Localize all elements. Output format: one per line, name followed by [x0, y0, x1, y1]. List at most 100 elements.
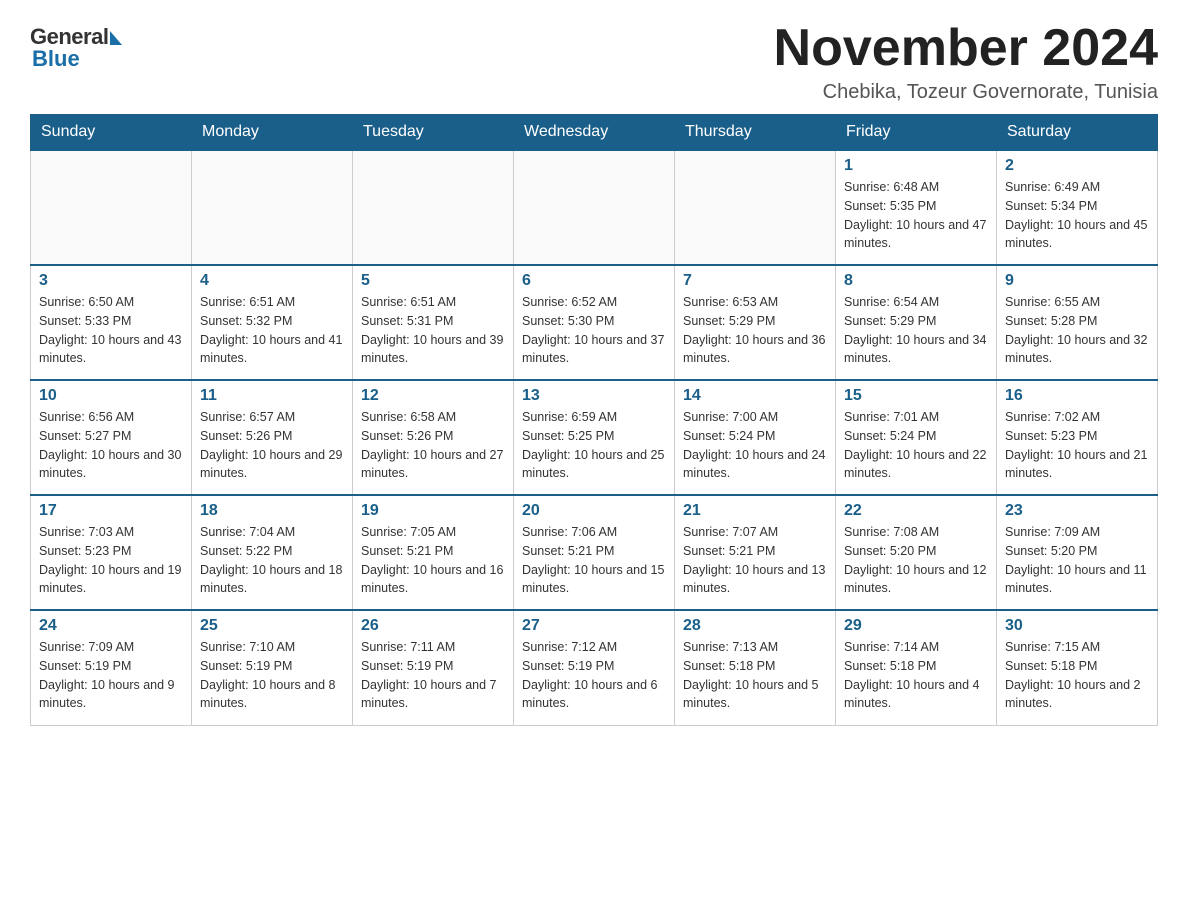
- calendar-cell: [353, 150, 514, 265]
- day-number: 23: [1005, 502, 1149, 520]
- day-number: 22: [844, 502, 988, 520]
- calendar-cell: 5 Sunrise: 6:51 AMSunset: 5:31 PMDaylight…: [353, 265, 514, 380]
- calendar-cell: 15Sunrise: 7:01 AMSunset: 5:24 PMDayligh…: [836, 380, 997, 495]
- day-info: Sunrise: 6:50 AMSunset: 5:33 PMDaylight:…: [39, 293, 183, 368]
- calendar-cell: [675, 150, 836, 265]
- logo-blue-text: Blue: [32, 46, 80, 72]
- weekday-header-saturday: Saturday: [997, 115, 1158, 151]
- day-info: Sunrise: 7:09 AMSunset: 5:19 PMDaylight:…: [39, 638, 183, 713]
- day-info: Sunrise: 6:49 AMSunset: 5:34 PMDaylight:…: [1005, 178, 1149, 253]
- calendar-cell: 11 Sunrise: 6:57 AMSunset: 5:26 PMDayligh…: [192, 380, 353, 495]
- day-info: Sunrise: 7:00 AMSunset: 5:24 PMDaylight:…: [683, 408, 827, 483]
- calendar-cell: 6 Sunrise: 6:52 AMSunset: 5:30 PMDaylight…: [514, 265, 675, 380]
- day-info: Sunrise: 7:03 AMSunset: 5:23 PMDaylight:…: [39, 523, 183, 598]
- calendar-cell: 9Sunrise: 6:55 AMSunset: 5:28 PMDaylight…: [997, 265, 1158, 380]
- day-info: Sunrise: 6:59 AMSunset: 5:25 PMDaylight:…: [522, 408, 666, 483]
- day-info: Sunrise: 6:56 AMSunset: 5:27 PMDaylight:…: [39, 408, 183, 483]
- weekday-header-wednesday: Wednesday: [514, 115, 675, 151]
- location-subtitle: Chebika, Tozeur Governorate, Tunisia: [774, 81, 1158, 104]
- calendar-cell: 25 Sunrise: 7:10 AMSunset: 5:19 PMDayligh…: [192, 610, 353, 725]
- calendar-cell: 4Sunrise: 6:51 AMSunset: 5:32 PMDaylight…: [192, 265, 353, 380]
- day-info: Sunrise: 6:53 AMSunset: 5:29 PMDaylight:…: [683, 293, 827, 368]
- calendar-body: 1Sunrise: 6:48 AMSunset: 5:35 PMDaylight…: [31, 150, 1158, 725]
- day-info: Sunrise: 7:08 AMSunset: 5:20 PMDaylight:…: [844, 523, 988, 598]
- calendar-cell: [192, 150, 353, 265]
- day-number: 10: [39, 387, 183, 405]
- calendar-cell: 19 Sunrise: 7:05 AMSunset: 5:21 PMDayligh…: [353, 495, 514, 610]
- day-number: 27: [522, 617, 666, 635]
- calendar-week-row: 24Sunrise: 7:09 AMSunset: 5:19 PMDayligh…: [31, 610, 1158, 725]
- calendar-cell: 3 Sunrise: 6:50 AMSunset: 5:33 PMDaylight…: [31, 265, 192, 380]
- day-number: 28: [683, 617, 827, 635]
- day-number: 21: [683, 502, 827, 520]
- day-number: 5: [361, 272, 505, 290]
- day-number: 17: [39, 502, 183, 520]
- month-year-title: November 2024: [774, 20, 1158, 77]
- calendar-cell: [31, 150, 192, 265]
- day-info: Sunrise: 6:54 AMSunset: 5:29 PMDaylight:…: [844, 293, 988, 368]
- calendar-cell: 1Sunrise: 6:48 AMSunset: 5:35 PMDaylight…: [836, 150, 997, 265]
- day-number: 20: [522, 502, 666, 520]
- calendar-header: SundayMondayTuesdayWednesdayThursdayFrid…: [31, 115, 1158, 151]
- day-number: 13: [522, 387, 666, 405]
- weekday-header-thursday: Thursday: [675, 115, 836, 151]
- calendar-cell: 14 Sunrise: 7:00 AMSunset: 5:24 PMDayligh…: [675, 380, 836, 495]
- calendar-week-row: 1Sunrise: 6:48 AMSunset: 5:35 PMDaylight…: [31, 150, 1158, 265]
- day-info: Sunrise: 7:11 AMSunset: 5:19 PMDaylight:…: [361, 638, 505, 713]
- calendar-cell: 2 Sunrise: 6:49 AMSunset: 5:34 PMDaylight…: [997, 150, 1158, 265]
- logo: General Blue: [30, 20, 122, 72]
- day-number: 15: [844, 387, 988, 405]
- calendar-cell: 20 Sunrise: 7:06 AMSunset: 5:21 PMDayligh…: [514, 495, 675, 610]
- weekday-header-monday: Monday: [192, 115, 353, 151]
- calendar-cell: 29Sunrise: 7:14 AMSunset: 5:18 PMDayligh…: [836, 610, 997, 725]
- day-number: 11: [200, 387, 344, 405]
- day-info: Sunrise: 7:07 AMSunset: 5:21 PMDaylight:…: [683, 523, 827, 598]
- day-info: Sunrise: 6:51 AMSunset: 5:31 PMDaylight:…: [361, 293, 505, 368]
- calendar-week-row: 17 Sunrise: 7:03 AMSunset: 5:23 PMDayligh…: [31, 495, 1158, 610]
- calendar-cell: 24Sunrise: 7:09 AMSunset: 5:19 PMDayligh…: [31, 610, 192, 725]
- day-number: 30: [1005, 617, 1149, 635]
- weekday-header-tuesday: Tuesday: [353, 115, 514, 151]
- day-number: 6: [522, 272, 666, 290]
- day-info: Sunrise: 7:10 AMSunset: 5:19 PMDaylight:…: [200, 638, 344, 713]
- calendar-cell: 17 Sunrise: 7:03 AMSunset: 5:23 PMDayligh…: [31, 495, 192, 610]
- calendar-cell: 10 Sunrise: 6:56 AMSunset: 5:27 PMDayligh…: [31, 380, 192, 495]
- calendar-cell: [514, 150, 675, 265]
- calendar-cell: 8 Sunrise: 6:54 AMSunset: 5:29 PMDaylight…: [836, 265, 997, 380]
- calendar-cell: 7 Sunrise: 6:53 AMSunset: 5:29 PMDaylight…: [675, 265, 836, 380]
- day-info: Sunrise: 6:57 AMSunset: 5:26 PMDaylight:…: [200, 408, 344, 483]
- day-number: 7: [683, 272, 827, 290]
- day-info: Sunrise: 7:02 AMSunset: 5:23 PMDaylight:…: [1005, 408, 1149, 483]
- day-number: 9: [1005, 272, 1149, 290]
- calendar-cell: 27Sunrise: 7:12 AMSunset: 5:19 PMDayligh…: [514, 610, 675, 725]
- day-number: 26: [361, 617, 505, 635]
- title-block: November 2024 Chebika, Tozeur Governorat…: [774, 20, 1158, 104]
- weekday-header-sunday: Sunday: [31, 115, 192, 151]
- calendar-cell: 18 Sunrise: 7:04 AMSunset: 5:22 PMDayligh…: [192, 495, 353, 610]
- day-number: 19: [361, 502, 505, 520]
- day-info: Sunrise: 7:13 AMSunset: 5:18 PMDaylight:…: [683, 638, 827, 713]
- day-number: 12: [361, 387, 505, 405]
- day-number: 25: [200, 617, 344, 635]
- calendar-cell: 16 Sunrise: 7:02 AMSunset: 5:23 PMDayligh…: [997, 380, 1158, 495]
- day-info: Sunrise: 7:05 AMSunset: 5:21 PMDaylight:…: [361, 523, 505, 598]
- calendar-cell: 21 Sunrise: 7:07 AMSunset: 5:21 PMDayligh…: [675, 495, 836, 610]
- day-number: 29: [844, 617, 988, 635]
- day-number: 18: [200, 502, 344, 520]
- day-number: 8: [844, 272, 988, 290]
- day-info: Sunrise: 7:04 AMSunset: 5:22 PMDaylight:…: [200, 523, 344, 598]
- calendar-week-row: 10 Sunrise: 6:56 AMSunset: 5:27 PMDayligh…: [31, 380, 1158, 495]
- day-info: Sunrise: 7:09 AMSunset: 5:20 PMDaylight:…: [1005, 523, 1149, 598]
- day-number: 2: [1005, 157, 1149, 175]
- day-number: 16: [1005, 387, 1149, 405]
- day-info: Sunrise: 6:58 AMSunset: 5:26 PMDaylight:…: [361, 408, 505, 483]
- weekday-header-row: SundayMondayTuesdayWednesdayThursdayFrid…: [31, 115, 1158, 151]
- day-info: Sunrise: 7:06 AMSunset: 5:21 PMDaylight:…: [522, 523, 666, 598]
- day-info: Sunrise: 6:52 AMSunset: 5:30 PMDaylight:…: [522, 293, 666, 368]
- day-number: 3: [39, 272, 183, 290]
- calendar-cell: 28 Sunrise: 7:13 AMSunset: 5:18 PMDayligh…: [675, 610, 836, 725]
- calendar-table: SundayMondayTuesdayWednesdayThursdayFrid…: [30, 114, 1158, 726]
- weekday-header-friday: Friday: [836, 115, 997, 151]
- calendar-week-row: 3 Sunrise: 6:50 AMSunset: 5:33 PMDaylight…: [31, 265, 1158, 380]
- day-number: 14: [683, 387, 827, 405]
